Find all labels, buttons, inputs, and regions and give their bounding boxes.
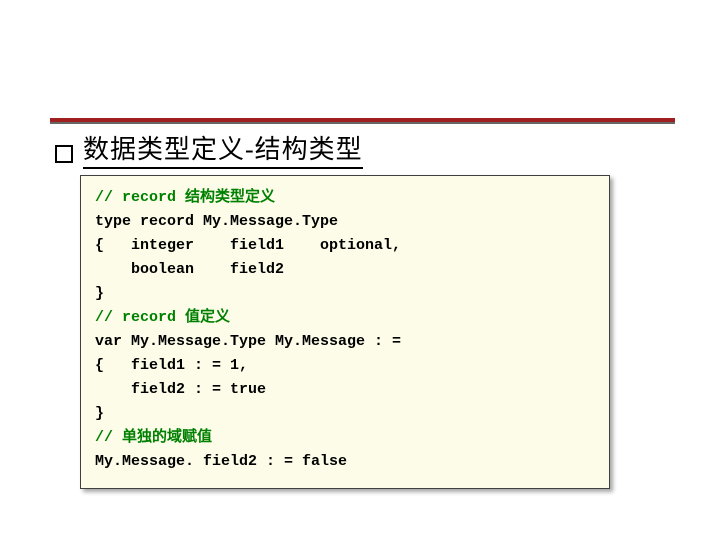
bullet-checkbox-icon xyxy=(55,145,73,163)
code-line-9: field2 : = true xyxy=(95,381,266,398)
code-line-10: } xyxy=(95,405,104,422)
slide: 数据类型定义-结构类型 // record 结构类型定义 type record… xyxy=(0,0,720,540)
heading-text: 数据类型定义-结构类型 xyxy=(83,135,363,169)
code-comment-2: // record 值定义 xyxy=(95,309,230,326)
code-line-8: { field1 : = 1, xyxy=(95,357,248,374)
code-line-5: } xyxy=(95,285,104,302)
code-content: // record 结构类型定义 type record My.Message.… xyxy=(95,186,595,474)
code-comment-1: // record 结构类型定义 xyxy=(95,189,275,206)
code-line-3: { integer field1 optional, xyxy=(95,237,401,254)
code-box: // record 结构类型定义 type record My.Message.… xyxy=(80,175,610,489)
code-line-2: type record My.Message.Type xyxy=(95,213,338,230)
heading-row: 数据类型定义-结构类型 xyxy=(55,135,363,169)
code-line-12: My.Message. field2 : = false xyxy=(95,453,347,470)
code-line-7: var My.Message.Type My.Message : = xyxy=(95,333,401,350)
code-line-4: boolean field2 xyxy=(95,261,284,278)
title-rule-shadow xyxy=(50,122,675,124)
code-comment-3: // 单独的域赋值 xyxy=(95,429,212,446)
